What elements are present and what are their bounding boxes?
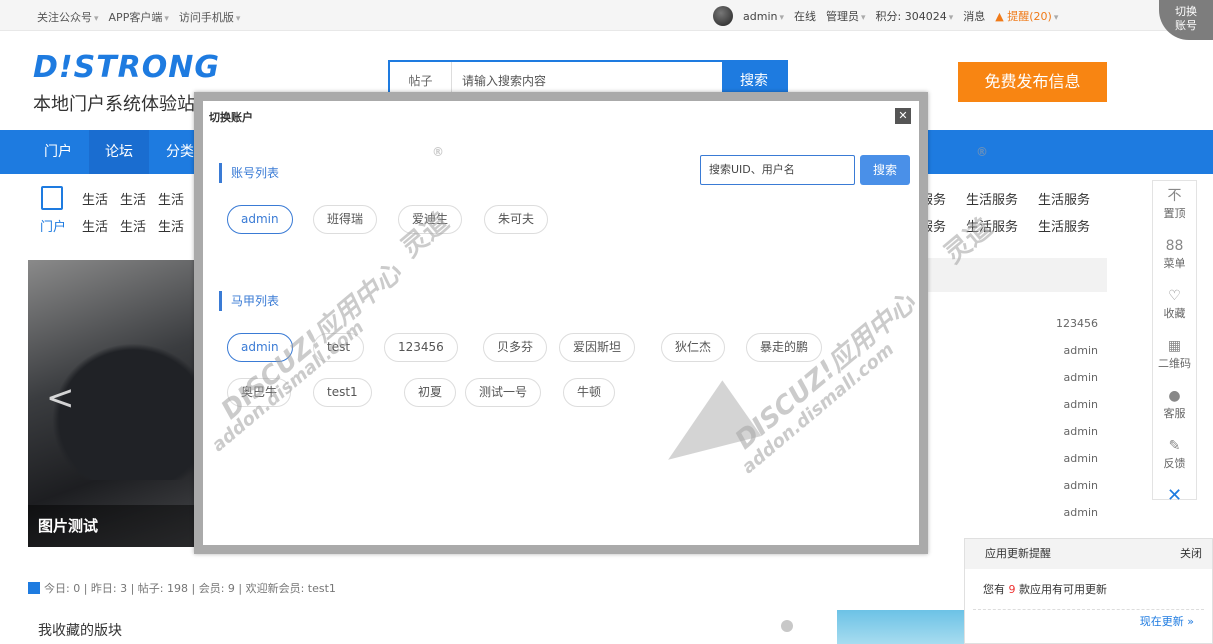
- remind-menu[interactable]: ▲ 提醒(20) ▾: [995, 8, 1058, 24]
- username-menu[interactable]: admin ▾: [743, 10, 784, 23]
- close-icon[interactable]: ✕: [895, 108, 911, 124]
- arrow-up-icon: 不: [1167, 188, 1182, 204]
- back-to-top-button[interactable]: 不置顶: [1153, 181, 1196, 231]
- follow-wechat-link[interactable]: 关注公众号 ▾: [37, 9, 99, 25]
- favorite-button[interactable]: ♡ 收藏: [1153, 281, 1196, 331]
- admin-menu[interactable]: 管理员 ▾: [826, 8, 866, 24]
- headset-icon: ●: [1168, 388, 1181, 404]
- edit-icon: ✎: [1168, 438, 1181, 454]
- side-label: 反馈: [1163, 457, 1186, 470]
- subnav-row1-right: 服务 生活服务 生活服务: [920, 189, 1090, 208]
- vest-tag[interactable]: 贝多芬: [483, 333, 548, 362]
- subnav-row1-left: 生活 生活 生活: [82, 189, 184, 208]
- switch-account-line1: 切换: [1175, 5, 1197, 18]
- list-item[interactable]: admin: [1040, 472, 1098, 499]
- heart-icon: ♡: [1168, 288, 1181, 304]
- site-subtitle: 本地门户系统体验站: [33, 94, 195, 115]
- slider-prev-icon[interactable]: <: [46, 378, 75, 418]
- vest-tag[interactable]: 初夏: [404, 378, 457, 407]
- side-label: 置顶: [1163, 207, 1186, 220]
- stats-text: 今日: 0 | 昨日: 3 | 帖子: 198 | 会员: 9 | 欢迎新会员:…: [44, 582, 336, 595]
- list-item[interactable]: admin: [1040, 364, 1098, 391]
- banner-image: [837, 610, 965, 644]
- mobile-version-link[interactable]: 访问手机版 ▾: [179, 9, 241, 25]
- vests-section-title: 马甲列表: [219, 291, 279, 311]
- image-slider[interactable]: < 图片测试: [28, 260, 203, 547]
- subnav-link[interactable]: 生活服务: [1038, 189, 1090, 208]
- top-bar: 关注公众号 ▾ APP客户端 ▾ 访问手机版 ▾ admin ▾ 在线 管理员 ▾ 积分:…: [0, 0, 1213, 31]
- messages-link[interactable]: 消息: [963, 8, 985, 24]
- chart-icon: [28, 582, 40, 594]
- side-label: 客服: [1163, 407, 1186, 420]
- subnav-portal-label[interactable]: 门户: [40, 216, 66, 235]
- update-now-link[interactable]: 现在更新 »: [1140, 613, 1194, 629]
- switch-account-corner[interactable]: 切换 账号: [1159, 0, 1213, 40]
- subnav-row2-left: 生活 生活 生活: [82, 216, 184, 235]
- account-search-button[interactable]: 搜索: [860, 155, 910, 185]
- account-search-input[interactable]: 搜索UID、用户名: [700, 155, 855, 185]
- app-client-link[interactable]: APP客户端 ▾: [109, 9, 169, 25]
- subnav-link[interactable]: 生活: [158, 216, 184, 235]
- site-logo[interactable]: D!STRONG: [33, 50, 220, 85]
- qrcode-icon: ▦: [1167, 338, 1182, 354]
- qrcode-button[interactable]: ▦ 二维码: [1153, 331, 1196, 381]
- vest-tag[interactable]: 爱因斯坦: [559, 333, 636, 362]
- update-panel: 应用更新提醒 关闭 您有 9 款应用有可用更新 现在更新 »: [964, 538, 1213, 644]
- update-panel-title: 应用更新提醒: [985, 547, 1051, 560]
- side-label: 二维码: [1158, 357, 1191, 370]
- subnav-link[interactable]: 生活: [158, 189, 184, 208]
- bell-icon: ▲: [995, 10, 1004, 23]
- forum-stats: 今日: 0 | 昨日: 3 | 帖子: 198 | 会员: 9 | 欢迎新会员:…: [28, 580, 336, 596]
- vest-tag[interactable]: test1: [313, 378, 372, 407]
- list-item[interactable]: admin: [1040, 337, 1098, 364]
- feedback-button[interactable]: ✎ 反馈: [1153, 431, 1196, 481]
- list-item[interactable]: 123456: [1040, 310, 1098, 337]
- nav-portal[interactable]: 门户: [28, 130, 88, 174]
- top-bar-left: 关注公众号 ▾ APP客户端 ▾ 访问手机版 ▾: [37, 9, 240, 25]
- close-icon[interactable]: ✕: [1153, 481, 1196, 511]
- side-label: 菜单: [1163, 257, 1186, 270]
- list-item[interactable]: admin: [1040, 391, 1098, 418]
- update-count: 9: [1008, 583, 1016, 596]
- publish-button[interactable]: 免费发布信息: [958, 62, 1107, 102]
- switch-account-line2: 账号: [1175, 19, 1197, 32]
- subnav-link[interactable]: 生活: [120, 189, 146, 208]
- vest-tag[interactable]: 牛顿: [563, 378, 616, 407]
- vest-tag[interactable]: 狄仁杰: [661, 333, 726, 362]
- subnav-link[interactable]: 生活: [82, 189, 108, 208]
- accounts-section-title: 账号列表: [219, 163, 279, 183]
- update-message: 您有 9 款应用有可用更新: [973, 569, 1204, 610]
- account-tag[interactable]: admin: [227, 205, 293, 234]
- account-tag[interactable]: 班得瑞: [313, 205, 378, 234]
- customer-service-button[interactable]: ● 客服: [1153, 381, 1196, 431]
- avatar[interactable]: [713, 6, 733, 26]
- toggle-icon[interactable]: [781, 620, 793, 632]
- subnav-link[interactable]: 生活: [120, 216, 146, 235]
- list-item[interactable]: admin: [1040, 418, 1098, 445]
- subnav-link[interactable]: 生活: [82, 216, 108, 235]
- grid-icon: 88: [1165, 238, 1184, 254]
- points-menu[interactable]: 积分: 304024 ▾: [876, 8, 954, 24]
- dialog-title: 切换账户: [209, 111, 253, 124]
- account-tag[interactable]: 朱可夫: [484, 205, 549, 234]
- portal-icon: [41, 186, 63, 210]
- online-status[interactable]: 在线: [794, 8, 816, 24]
- subnav-link[interactable]: 生活服务: [1038, 216, 1090, 235]
- list-item[interactable]: admin: [1040, 445, 1098, 472]
- menu-button[interactable]: 88 菜单: [1153, 231, 1196, 281]
- watermark-registered: ®: [432, 145, 444, 159]
- author-list: 123456 admin admin admin admin admin adm…: [1040, 310, 1098, 526]
- top-bar-right: admin ▾ 在线 管理员 ▾ 积分: 304024 ▾ 消息 ▲ 提醒(20) ▾: [713, 6, 1058, 26]
- side-toolbar: 不置顶 88 菜单 ♡ 收藏 ▦ 二维码 ● 客服 ✎ 反馈 ✕: [1152, 180, 1197, 506]
- update-panel-close[interactable]: 关闭: [1180, 539, 1202, 569]
- vest-tag[interactable]: 123456: [384, 333, 458, 362]
- side-label: 收藏: [1163, 307, 1186, 320]
- nav-forum[interactable]: 论坛: [89, 130, 149, 174]
- subnav-link[interactable]: 生活服务: [966, 189, 1018, 208]
- slide-caption[interactable]: 图片测试: [28, 505, 203, 547]
- list-item[interactable]: admin: [1040, 499, 1098, 526]
- watermark-registered: ®: [976, 145, 988, 159]
- vest-tag[interactable]: 测试一号: [465, 378, 542, 407]
- favorites-title: 我收藏的版块: [38, 623, 122, 639]
